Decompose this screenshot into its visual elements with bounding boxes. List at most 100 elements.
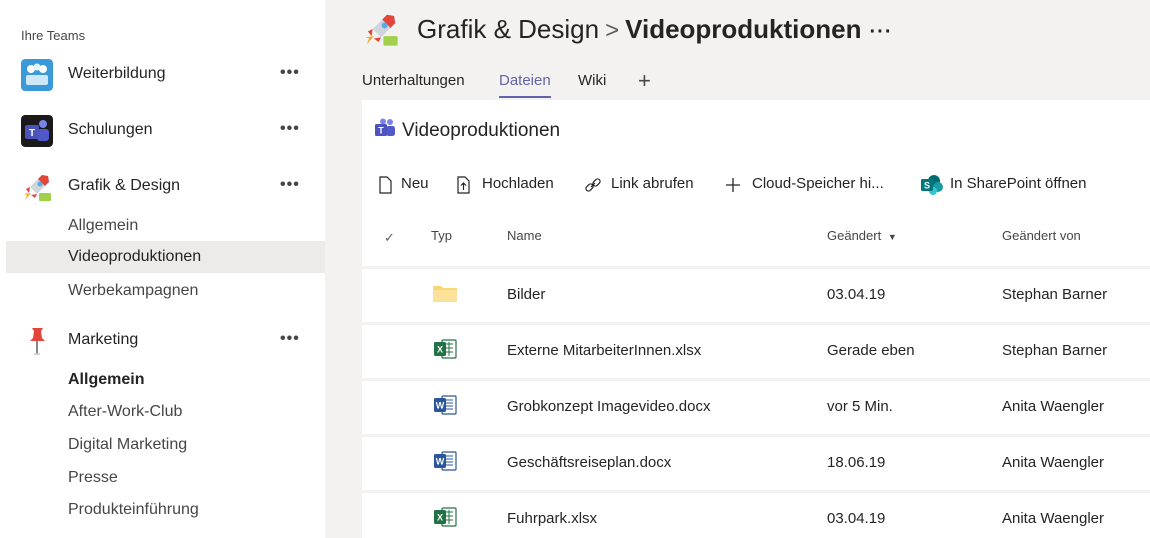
breadcrumb-separator: > xyxy=(605,17,620,44)
add-tab-icon[interactable]: + xyxy=(638,68,651,94)
channel-label: Allgemein xyxy=(68,217,139,234)
breadcrumb: Grafik & Design > Videoproduktionen ··· xyxy=(417,14,893,45)
new-document-icon xyxy=(379,176,392,194)
tab-wiki[interactable]: Wiki xyxy=(578,72,606,98)
file-modified-by: Anita Waengler xyxy=(1002,398,1104,415)
file-row[interactable]: W Grobkonzept Imagevideo.docx vor 5 Min.… xyxy=(362,378,1150,430)
link-icon xyxy=(585,178,601,192)
svg-text:W: W xyxy=(436,457,445,467)
channel-label: After-Work-Club xyxy=(68,403,183,420)
column-name[interactable]: Name xyxy=(507,228,542,243)
file-row[interactable]: X Externe MitarbeiterInnen.xlsx Gerade e… xyxy=(362,322,1150,374)
channel-presse[interactable]: Presse xyxy=(6,462,325,494)
channel-label: Werbekampagnen xyxy=(68,282,199,299)
select-all-checkmark-icon[interactable]: ✓ xyxy=(384,230,395,246)
channel-label: Allgemein xyxy=(68,371,145,388)
team-more-icon[interactable]: ••• xyxy=(280,330,300,348)
plus-icon xyxy=(726,178,740,192)
column-modified-label: Geändert xyxy=(827,228,882,243)
rocket-icon xyxy=(21,171,53,203)
column-type[interactable]: Typ xyxy=(431,228,452,243)
add-cloud-storage-label: Cloud-Speicher hi... xyxy=(752,175,884,192)
channel-digital-marketing[interactable]: Digital Marketing xyxy=(6,429,325,461)
get-link-button[interactable]: Link abrufen xyxy=(584,174,706,196)
channel-more-icon[interactable]: ··· xyxy=(870,21,893,43)
sharepoint-icon: S xyxy=(921,175,943,195)
channel-videoproduktionen[interactable]: Videoproduktionen xyxy=(6,241,325,273)
excel-file-icon: X xyxy=(432,506,458,528)
file-modified: vor 5 Min. xyxy=(827,398,893,415)
channel-label: Presse xyxy=(68,469,118,486)
team-more-icon[interactable]: ••• xyxy=(280,64,300,82)
file-modified: 03.04.19 xyxy=(827,286,886,303)
upload-icon xyxy=(457,176,470,194)
tab-unterhaltungen[interactable]: Unterhaltungen xyxy=(362,72,465,98)
team-grafik-design[interactable]: Grafik & Design ••• xyxy=(0,166,325,206)
svg-text:W: W xyxy=(436,401,445,411)
svg-text:T: T xyxy=(29,128,35,139)
team-marketing[interactable]: Marketing ••• xyxy=(0,320,325,360)
files-column-header: ✓ Typ Name Geändert ▼ Geändert von xyxy=(362,228,1150,254)
channel-label: Produkteinführung xyxy=(68,501,199,518)
team-name: Grafik & Design xyxy=(68,177,181,194)
channel-werbekampagnen[interactable]: Werbekampagnen xyxy=(6,275,325,307)
word-file-icon: W xyxy=(432,394,458,416)
pushpin-icon xyxy=(21,325,53,357)
channel-after-work-club[interactable]: After-Work-Club xyxy=(6,396,325,428)
svg-text:S: S xyxy=(924,181,930,191)
folder-icon xyxy=(432,282,458,304)
file-modified: Gerade eben xyxy=(827,342,915,359)
new-button[interactable]: Neu xyxy=(378,174,438,196)
file-modified: 18.06.19 xyxy=(827,454,886,471)
breadcrumb-team[interactable]: Grafik & Design xyxy=(417,14,599,44)
new-label: Neu xyxy=(401,175,429,192)
tab-dateien[interactable]: Dateien xyxy=(499,72,551,98)
file-name[interactable]: Grobkonzept Imagevideo.docx xyxy=(507,398,710,415)
file-name[interactable]: Geschäftsreiseplan.docx xyxy=(507,454,671,471)
team-name: Schulungen xyxy=(68,121,153,138)
open-in-sharepoint-button[interactable]: S In SharePoint öffnen xyxy=(920,174,1102,196)
file-modified-by: Stephan Barner xyxy=(1002,286,1108,303)
excel-file-icon: X xyxy=(432,338,458,360)
file-modified-by: Stephan Barner xyxy=(1002,342,1108,359)
file-name[interactable]: Externe MitarbeiterInnen.xlsx xyxy=(507,342,701,359)
channel-allgemein-marketing[interactable]: Allgemein xyxy=(6,364,325,396)
file-modified-by: Anita Waengler xyxy=(1002,454,1104,471)
column-modified[interactable]: Geändert ▼ xyxy=(827,228,897,243)
channel-label: Videoproduktionen xyxy=(68,248,202,265)
team-schulungen[interactable]: T Schulungen ••• xyxy=(0,110,325,150)
add-cloud-storage-button[interactable]: Cloud-Speicher hi... xyxy=(724,174,900,196)
files-panel: T Videoproduktionen Neu Hochladen Link a… xyxy=(362,100,1150,538)
library-title-text: Videoproduktionen xyxy=(402,120,561,142)
file-modified: 03.04.19 xyxy=(827,510,886,527)
file-modified-by: Anita Waengler xyxy=(1002,510,1104,527)
svg-text:X: X xyxy=(437,345,443,355)
teams-logo-icon: T xyxy=(21,115,53,147)
team-more-icon[interactable]: ••• xyxy=(280,120,300,138)
teams-sidebar: Ihre Teams Weiterbildung ••• T Schulunge… xyxy=(0,0,325,538)
svg-text:X: X xyxy=(437,513,443,523)
channel-allgemein[interactable]: Allgemein xyxy=(6,210,325,242)
rocket-icon xyxy=(362,10,400,48)
team-more-icon[interactable]: ••• xyxy=(280,176,300,194)
open-in-sharepoint-label: In SharePoint öffnen xyxy=(950,175,1087,192)
library-title: T Videoproduktionen xyxy=(374,118,560,144)
file-name[interactable]: Fuhrpark.xlsx xyxy=(507,510,597,527)
upload-button[interactable]: Hochladen xyxy=(456,174,564,196)
channel-produkteinfuehrung[interactable]: Produkteinführung xyxy=(6,494,325,526)
file-row[interactable]: Bilder 03.04.19 Stephan Barner xyxy=(362,266,1150,318)
team-weiterbildung[interactable]: Weiterbildung ••• xyxy=(0,54,325,94)
upload-label: Hochladen xyxy=(482,175,554,192)
svg-text:T: T xyxy=(378,126,384,136)
file-name[interactable]: Bilder xyxy=(507,286,545,303)
sort-descending-icon: ▼ xyxy=(887,232,897,242)
sidebar-heading: Ihre Teams xyxy=(21,28,86,43)
team-name: Weiterbildung xyxy=(68,65,166,82)
get-link-label: Link abrufen xyxy=(611,175,694,192)
word-file-icon: W xyxy=(432,450,458,472)
file-row[interactable]: X Fuhrpark.xlsx 03.04.19 Anita Waengler xyxy=(362,490,1150,538)
teams-logo-icon: T xyxy=(374,118,396,144)
column-modified-by[interactable]: Geändert von xyxy=(1002,228,1081,243)
team-name: Marketing xyxy=(68,331,139,348)
file-row[interactable]: W Geschäftsreiseplan.docx 18.06.19 Anita… xyxy=(362,434,1150,486)
